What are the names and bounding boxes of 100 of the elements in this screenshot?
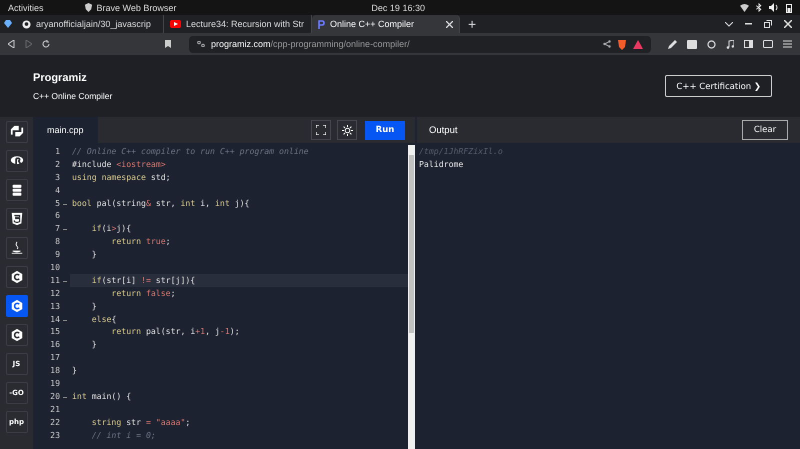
hexagon-c-icon [10,270,24,284]
file-tab[interactable]: main.cpp [33,117,98,143]
language-button[interactable] [6,295,28,317]
fold-icon[interactable] [63,396,67,399]
line-number: 18 [49,364,60,378]
java-icon [10,241,24,255]
code-line: // Online C++ compiler to run C++ program online [71,145,310,158]
line-number: 6 [54,209,60,222]
url-text: programiz.com/cpp-programming/online-compiler/ [211,39,410,49]
sun-icon [342,124,352,136]
line-number: 2 [54,158,60,171]
music-icon[interactable] [726,40,734,48]
line-number: 14 [49,312,60,326]
play-icon [170,20,181,28]
fold-icon[interactable] [63,204,67,206]
line-number: 19 [49,377,60,390]
chevron-down-icon[interactable] [725,22,733,26]
back-icon[interactable] [8,40,15,48]
share-icon[interactable] [603,40,611,48]
gem-icon[interactable] [4,20,12,28]
fullscreen-icon [316,125,326,135]
site-settings-icon[interactable] [197,41,205,47]
shield-icon [84,3,93,12]
wifi-icon[interactable] [740,4,749,12]
battery-icon[interactable] [786,2,792,12]
line-number: 10 [49,261,60,274]
output-line: Palidrome [419,158,464,171]
line-number: 17 [49,351,60,364]
python-icon [10,125,24,139]
site-logo[interactable]: Programiz [33,72,112,84]
clear-button[interactable]: Clear [742,120,788,140]
sidebar-icon[interactable] [744,40,753,48]
scrollbar[interactable] [408,145,415,449]
volume-icon[interactable] [769,3,779,12]
reload-icon[interactable] [42,40,50,48]
language-button[interactable] [6,150,28,172]
menu-icon[interactable] [783,40,792,48]
code-line: else{ [90,312,118,326]
language-button[interactable] [6,208,28,230]
code-line: // int i = 0; [90,428,157,442]
theme-button[interactable] [337,120,357,140]
output-path: /tmp/1JhRFZixIl.o [419,145,504,158]
restore-icon[interactable] [764,20,772,28]
html-icon [10,212,24,226]
fold-icon[interactable] [63,229,67,232]
language-button[interactable] [6,237,28,259]
code-line: return true; [110,235,172,248]
code-line: int main() { [71,390,132,403]
language-button[interactable] [6,121,28,143]
line-number: 1 [54,145,60,158]
line-number: 3 [54,170,60,184]
code-line: #include <iostream> [71,158,167,171]
line-number: 5 [54,196,60,210]
code-line: return false; [110,286,177,300]
line-number: 13 [49,300,60,313]
code-line: } [90,300,98,313]
line-number: 23 [49,428,60,442]
activities-button[interactable]: Activities [8,2,44,12]
fold-icon[interactable] [63,280,67,283]
wallet-icon[interactable] [763,40,773,48]
clock[interactable]: Dec 19 16:30 [371,2,425,12]
app-name: Brave Web Browser [96,2,176,12]
code-line: bool pal(string& str, int i, int j){ [71,196,250,210]
line-number: 12 [49,286,60,300]
bookmark-icon[interactable] [165,40,171,48]
browser-tab[interactable]: Online C++ Compiler [312,15,460,33]
bluetooth-icon[interactable] [756,3,762,12]
minimize-icon[interactable] [745,23,752,25]
run-button[interactable]: Run [365,120,405,140]
line-number: 16 [49,338,60,352]
new-tab-button[interactable]: + [460,16,484,32]
close-icon[interactable] [446,20,453,28]
site-icon [318,20,325,28]
line-number: 15 [49,325,60,338]
language-button[interactable] [6,324,28,346]
code-line: } [90,338,98,352]
code-line: using namespace std; [71,170,172,184]
line-number: 21 [49,402,60,416]
code-line: string str = "aaaa"; [90,416,192,429]
hexagon-c-icon [10,328,24,342]
fold-icon[interactable] [63,320,67,322]
line-number: 7 [54,222,60,236]
pen-icon[interactable] [668,40,677,48]
hexagon-c-icon [10,299,24,313]
certification-button[interactable]: C++ Certification ❯ [665,75,772,97]
line-number: 11 [49,274,60,287]
code-line: } [90,248,98,262]
code-line: if(i>j){ [90,222,132,236]
address-field[interactable]: programiz.com/cpp-programming/online-compiler/ [189,36,651,52]
code-line: } [71,364,78,378]
extension-icon[interactable] [687,40,697,48]
database-icon [10,183,24,197]
close-icon[interactable] [784,20,792,28]
language-button[interactable] [6,266,28,288]
triangle-icon[interactable] [633,40,643,48]
language-button[interactable] [6,179,28,201]
line-number: 20 [49,390,60,403]
page-subtitle: C++ Online Compiler [33,90,112,100]
line-number: 9 [54,248,60,262]
fullscreen-button[interactable] [311,120,331,140]
